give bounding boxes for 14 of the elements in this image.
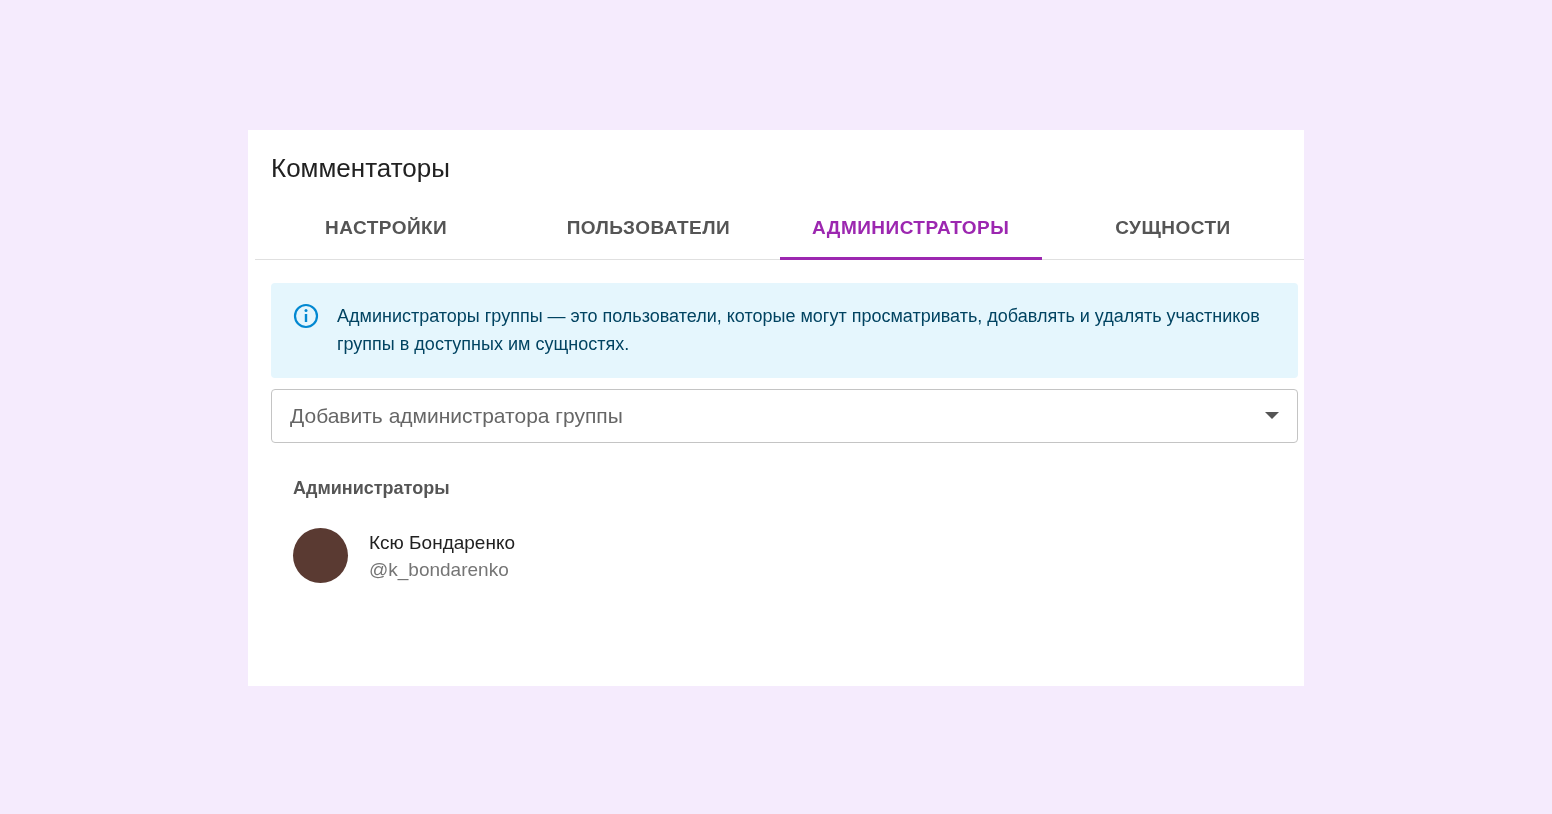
tab[interactable]: ПОЛЬЗОВАТЕЛИ bbox=[517, 200, 780, 260]
add-admin-select[interactable]: Добавить администратора группы bbox=[271, 389, 1298, 443]
user-name: Ксю Бондаренко bbox=[369, 530, 515, 555]
section-heading: Администраторы bbox=[293, 477, 450, 500]
tab[interactable]: АДМИНИСТРАТОРЫ bbox=[779, 200, 1042, 260]
caret-icon bbox=[1265, 412, 1279, 420]
user-handle: @k_bondarenko bbox=[369, 557, 510, 583]
card-title: Комментаторы bbox=[271, 152, 450, 184]
info-text: Администраторы группы — это пользователи, которые могут просматривать, добавлять и удалять участников группы в доступных им сущностях. bbox=[337, 305, 1261, 356]
tab[interactable]: СУЩНОСТИ bbox=[1041, 200, 1304, 260]
info-icon bbox=[293, 303, 319, 329]
avatar bbox=[293, 528, 348, 583]
select-placeholder: Добавить администратора группы bbox=[290, 403, 624, 430]
tab[interactable]: НАСТРОЙКИ bbox=[255, 200, 518, 260]
